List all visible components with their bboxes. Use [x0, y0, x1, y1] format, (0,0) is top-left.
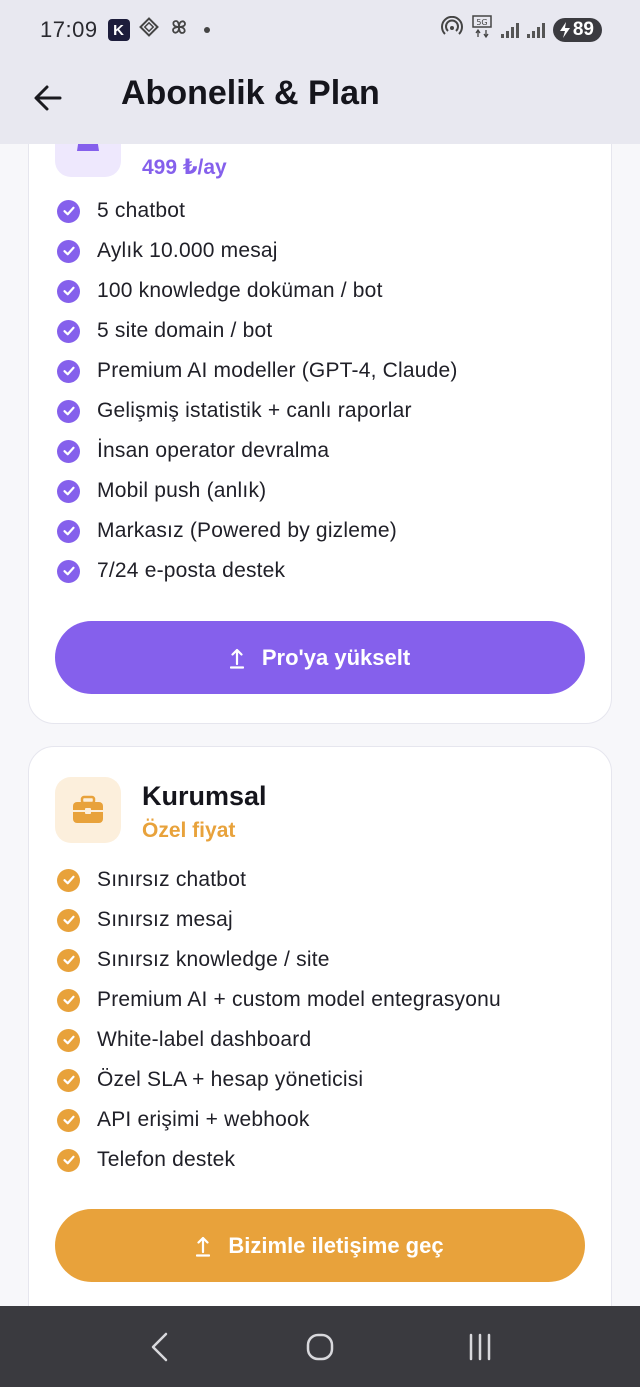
signal-icon-1: [500, 22, 519, 38]
enterprise-feature-item: Sınırsız knowledge / site: [57, 940, 501, 980]
check-circle-icon: [57, 948, 80, 972]
pro-feature-item: Markasız (Powered by gizleme): [57, 511, 458, 551]
battery-level: 89: [572, 19, 594, 40]
feature-text: Premium AI modeller (GPT-4, Claude): [97, 359, 458, 382]
pro-plan-price: 499 ₺/ay: [142, 156, 227, 179]
check-circle-icon: [57, 559, 80, 583]
pro-feature-item: Mobil push (anlık): [57, 471, 458, 511]
pro-feature-item: 7/24 e-posta destek: [57, 551, 458, 591]
check-circle-icon: [57, 519, 80, 543]
feature-text: Gelişmiş istatistik + canlı raporlar: [97, 399, 412, 422]
recents-icon: [469, 1333, 491, 1360]
check-circle-icon: [57, 908, 80, 932]
nav-back-button[interactable]: [130, 1317, 190, 1377]
hotspot-icon: [440, 15, 463, 44]
svg-text:5G: 5G: [476, 18, 487, 27]
feature-text: Sınırsız chatbot: [97, 868, 247, 891]
check-circle-icon: [57, 1148, 80, 1172]
upload-arrow-icon: [229, 648, 244, 669]
pro-feature-item: İnsan operator devralma: [57, 431, 458, 471]
upload-arrow-icon: [196, 1236, 211, 1257]
crown-icon: [55, 144, 121, 177]
enterprise-plan-name: Kurumsal: [142, 781, 267, 811]
upgrade-pro-label: Pro'ya yükselt: [261, 644, 411, 670]
contact-us-button[interactable]: Bizimle iletişime geç: [55, 1209, 585, 1282]
feature-text: Özel SLA + hesap yöneticisi: [97, 1068, 364, 1091]
feature-text: API erişimi + webhook: [97, 1108, 310, 1131]
upgrade-pro-button[interactable]: Pro'ya yükselt: [55, 621, 585, 694]
status-time: 17:09: [40, 17, 98, 42]
enterprise-feature-item: Sınırsız mesaj: [57, 900, 501, 940]
enterprise-feature-item: Özel SLA + hesap yöneticisi: [57, 1060, 501, 1100]
plans-scroll-area[interactable]: 499 ₺/ay 5 chatbot Aylık 10.000 mesaj 10…: [0, 144, 640, 1306]
check-circle-icon: [57, 279, 80, 303]
check-circle-icon: [57, 1068, 80, 1092]
pro-feature-item: 100 knowledge doküman / bot: [57, 271, 458, 311]
feature-text: Mobil push (anlık): [97, 479, 267, 502]
check-circle-icon: [57, 239, 80, 263]
pro-feature-item: Gelişmiş istatistik + canlı raporlar: [57, 391, 458, 431]
feature-text: 5 site domain / bot: [97, 319, 273, 342]
feature-text: Markasız (Powered by gizleme): [97, 519, 397, 542]
enterprise-plan-card: Kurumsal Özel fiyat Sınırsız chatbot Sın…: [28, 746, 612, 1306]
pro-feature-item: 5 site domain / bot: [57, 311, 458, 351]
pro-feature-item: 5 chatbot: [57, 191, 458, 231]
enterprise-feature-list: Sınırsız chatbot Sınırsız mesaj Sınırsız…: [57, 860, 501, 1180]
notification-icons: K: [107, 16, 210, 44]
check-circle-icon: [57, 479, 80, 503]
app-header: Abonelik & Plan: [0, 60, 640, 144]
pro-feature-list: 5 chatbot Aylık 10.000 mesaj 100 knowled…: [57, 191, 458, 591]
diamond-icon: [138, 16, 160, 44]
page-title: Abonelik & Plan: [121, 74, 380, 112]
back-button[interactable]: [30, 80, 66, 116]
check-circle-icon: [57, 1108, 80, 1132]
feature-text: Sınırsız knowledge / site: [97, 948, 330, 971]
contact-us-label: Bizimle iletişime geç: [228, 1232, 444, 1258]
feature-text: Aylık 10.000 mesaj: [97, 239, 278, 262]
top-bar: 17:09 K 5G 89 Abonelik & Plan: [0, 0, 640, 144]
check-circle-icon: [57, 359, 80, 383]
enterprise-feature-item: API erişimi + webhook: [57, 1100, 501, 1140]
check-circle-icon: [57, 439, 80, 463]
system-nav-bar: [0, 1306, 640, 1387]
feature-text: İnsan operator devralma: [97, 439, 330, 462]
briefcase-icon: [55, 777, 121, 843]
feature-text: Premium AI + custom model entegrasyonu: [97, 988, 501, 1011]
enterprise-feature-item: White-label dashboard: [57, 1020, 501, 1060]
check-circle-icon: [57, 1028, 80, 1052]
enterprise-feature-item: Premium AI + custom model entegrasyonu: [57, 980, 501, 1020]
nav-recents-button[interactable]: [450, 1317, 510, 1377]
check-circle-icon: [57, 399, 80, 423]
feature-text: Telefon destek: [97, 1148, 236, 1171]
feature-text: Sınırsız mesaj: [97, 908, 233, 931]
feature-text: 7/24 e-posta destek: [97, 559, 286, 582]
check-circle-icon: [57, 988, 80, 1012]
app-k-icon: K: [107, 19, 130, 41]
feature-text: White-label dashboard: [97, 1028, 312, 1051]
feature-text: 5 chatbot: [97, 199, 186, 222]
home-circle-icon: [306, 1333, 334, 1360]
pinwheel-icon: [168, 16, 190, 44]
pro-plan-card: 499 ₺/ay 5 chatbot Aylık 10.000 mesaj 10…: [28, 144, 612, 724]
network-5g-icon: 5G: [471, 15, 493, 45]
more-notifications-dot: [203, 27, 210, 33]
enterprise-plan-price: Özel fiyat: [142, 819, 236, 842]
feature-text: 100 knowledge doküman / bot: [97, 279, 383, 302]
battery-indicator: 89: [552, 18, 602, 42]
signal-icon-2: [526, 22, 545, 38]
enterprise-feature-item: Telefon destek: [57, 1140, 501, 1180]
nav-home-button[interactable]: [290, 1317, 350, 1377]
check-circle-icon: [57, 868, 80, 892]
system-icons: 5G 89: [440, 15, 602, 45]
pro-feature-item: Aylık 10.000 mesaj: [57, 231, 458, 271]
enterprise-feature-item: Sınırsız chatbot: [57, 860, 501, 900]
pro-feature-item: Premium AI modeller (GPT-4, Claude): [57, 351, 458, 391]
status-bar: 17:09 K 5G 89: [0, 0, 640, 60]
check-circle-icon: [57, 319, 80, 343]
check-circle-icon: [57, 199, 80, 223]
charging-bolt-icon: [559, 22, 570, 38]
arrow-left-icon: [34, 85, 62, 111]
chevron-left-icon: [151, 1332, 168, 1361]
